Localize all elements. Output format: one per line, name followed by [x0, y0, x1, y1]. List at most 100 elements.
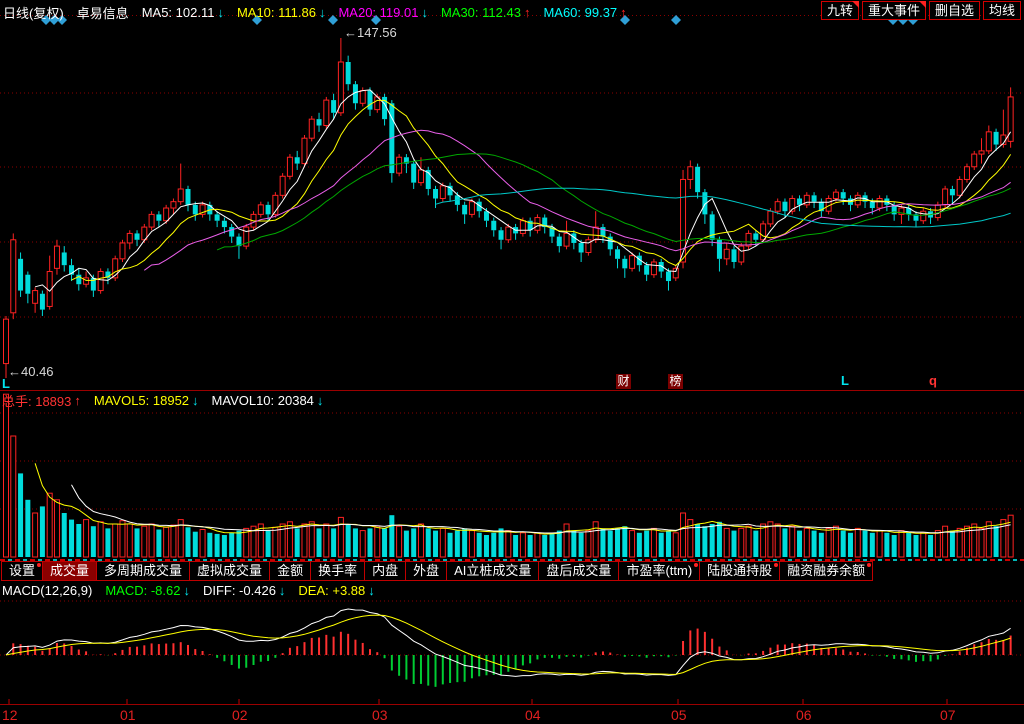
candle-body: [33, 291, 38, 304]
toolbar-button-0[interactable]: 九转: [821, 1, 859, 20]
volume-bar: [222, 535, 227, 557]
tab-9[interactable]: 盘后成交量: [538, 561, 619, 581]
volume-bar: [899, 531, 904, 557]
candle-body: [127, 233, 132, 243]
macd-header-item-0: MACD: -8.62↓: [105, 583, 190, 598]
candle-body: [739, 246, 744, 262]
volume-bar: [535, 533, 540, 557]
volume-bar: [418, 524, 423, 557]
volume-bar: [943, 526, 948, 557]
candle-body: [782, 202, 787, 212]
tab-6[interactable]: 内盘: [364, 561, 406, 581]
month-label-6: 06: [796, 707, 812, 723]
candle-body: [25, 275, 30, 294]
high-price-label: ←147.56: [344, 25, 397, 40]
volume-bar: [193, 532, 198, 557]
tab-3[interactable]: 虚拟成交量: [189, 561, 270, 581]
volume-bar: [1001, 520, 1006, 557]
volume-bar: [928, 535, 933, 557]
tab-11[interactable]: 陆股通持股: [699, 561, 780, 581]
candle-body: [768, 211, 773, 224]
volume-bar: [142, 526, 147, 557]
main-chart-header: 日线(复权) 卓易信息 MA5: 102.11↓MA10: 111.86↓MA2…: [3, 3, 627, 22]
ma-value-3: MA30: 112.43↑: [441, 5, 530, 20]
volume-bar: [484, 535, 489, 557]
stock-chart-app: 日线(复权) 卓易信息 MA5: 102.11↓MA10: 111.86↓MA2…: [0, 0, 1024, 724]
volume-bar: [797, 531, 802, 557]
volume-bar: [98, 522, 103, 557]
tab-2[interactable]: 多周期成交量: [96, 561, 190, 581]
volume-bar: [156, 530, 161, 558]
candle-body: [506, 227, 511, 240]
volume-bar: [550, 533, 555, 557]
candle-body: [775, 202, 780, 212]
volume-bar: [91, 526, 96, 557]
volume-bar: [448, 533, 453, 557]
volume-bar: [870, 533, 875, 557]
tab-5[interactable]: 换手率: [310, 561, 365, 581]
candle-body: [397, 157, 402, 173]
candle-body: [979, 151, 984, 154]
volume-bar: [397, 526, 402, 557]
tab-10[interactable]: 市盈率(ttm): [618, 561, 700, 581]
volume-bar: [455, 531, 460, 557]
volume-bar: [921, 533, 926, 557]
volume-bar: [724, 528, 729, 557]
toolbar-button-3[interactable]: 均线: [983, 1, 1021, 20]
volume-bar: [564, 524, 569, 557]
tab-4[interactable]: 金额: [269, 561, 311, 581]
period-label: 日线(复权): [3, 3, 64, 22]
toolbar-button-2[interactable]: 删自选: [929, 1, 980, 20]
month-label-4: 04: [525, 707, 541, 723]
volume-bar: [135, 528, 140, 557]
candle-body: [600, 227, 605, 237]
tab-7[interactable]: 外盘: [405, 561, 447, 581]
candle-body: [615, 249, 620, 259]
volume-header: 总手: 18893↑MAVOL5: 18952↓MAVOL10: 20384↓: [2, 391, 323, 410]
bottom-badge-1[interactable]: 榜: [668, 374, 683, 389]
volume-bar: [360, 531, 365, 557]
volume-bar: [33, 513, 38, 557]
candle-body: [338, 62, 343, 113]
volume-bar: [317, 528, 322, 557]
candle-body: [688, 167, 693, 180]
candle-body: [4, 319, 9, 363]
volume-bar: [331, 528, 336, 557]
volume-bar: [186, 527, 191, 557]
toolbar-button-1[interactable]: 重大事件: [862, 1, 926, 20]
candle-body: [724, 249, 729, 259]
candle-body: [229, 227, 234, 237]
tab-8[interactable]: AI立桩成交量: [446, 561, 539, 581]
ma10-line: [72, 100, 1011, 280]
new-dot-icon: [774, 563, 778, 567]
macd-header-item-2: DEA: +3.88↓: [298, 583, 374, 598]
candle-body: [164, 208, 169, 221]
chart-canvas[interactable]: [0, 0, 1024, 724]
candle-body: [469, 202, 474, 215]
toolbar-buttons: 九转重大事件删自选均线: [818, 1, 1021, 20]
candle-body: [440, 186, 445, 199]
candle-body: [418, 170, 423, 183]
volume-bar: [848, 533, 853, 557]
bottom-badge-0[interactable]: 财: [616, 374, 631, 389]
volume-header-item-2: MAVOL10: 20384↓: [212, 391, 324, 410]
volume-bar: [499, 528, 504, 557]
tab-1[interactable]: 成交量: [42, 561, 97, 581]
volume-bar: [40, 506, 45, 557]
volume-bar: [149, 524, 154, 557]
volume-bar: [105, 528, 110, 557]
candle-body: [98, 272, 103, 291]
new-dot-icon: [37, 563, 41, 567]
volume-bar: [469, 531, 474, 557]
volume-bar: [76, 524, 81, 557]
volume-bar: [753, 531, 758, 557]
tab-12[interactable]: 融资融券余额: [779, 561, 873, 581]
letter-marker-1: q: [929, 373, 937, 388]
volume-bar: [411, 528, 416, 557]
candle-body: [186, 189, 191, 205]
candle-body: [280, 176, 285, 195]
tab-0[interactable]: 设置: [1, 561, 43, 581]
volume-bar: [426, 528, 431, 557]
volume-bar: [586, 531, 591, 557]
candle-body: [761, 224, 766, 240]
